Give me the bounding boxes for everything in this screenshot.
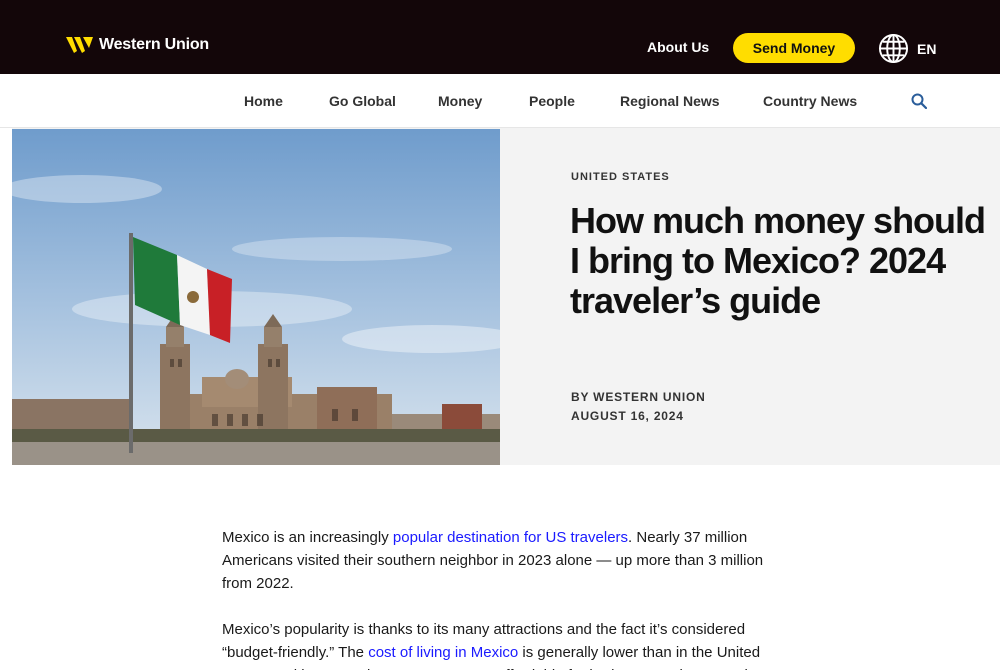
wu-logo-icon: [66, 37, 93, 53]
top-bar: Western Union About Us Send Money EN: [0, 0, 1000, 74]
language-label: EN: [917, 40, 937, 57]
article-paragraph-2: Mexico’s popularity is thanks to its man…: [222, 618, 782, 670]
popular-destination-link[interactable]: popular destination for US travelers: [393, 529, 628, 546]
send-money-button[interactable]: Send Money: [733, 33, 855, 63]
language-selector[interactable]: EN: [878, 33, 936, 64]
nav-item-regional-news[interactable]: Regional News: [620, 93, 720, 109]
nav-item-home[interactable]: Home: [244, 93, 283, 109]
search-icon[interactable]: [911, 93, 927, 109]
article-category[interactable]: UNITED STATES: [571, 171, 670, 183]
article-byline: BY WESTERN UNION: [571, 390, 706, 404]
logo-text: Western Union: [99, 36, 210, 53]
main-nav: Home Go Global Money People Regional New…: [0, 74, 1000, 128]
nav-item-go-global[interactable]: Go Global: [329, 93, 396, 109]
western-union-logo[interactable]: Western Union: [66, 36, 209, 54]
nav-item-country-news[interactable]: Country News: [763, 93, 857, 109]
nav-item-people[interactable]: People: [529, 93, 575, 109]
article-title: How much money should I bring to Mexico?…: [570, 200, 986, 321]
globe-icon: [878, 33, 909, 64]
article-date: AUGUST 16, 2024: [571, 409, 684, 423]
hero-image: [12, 129, 500, 465]
nav-item-money[interactable]: Money: [438, 93, 482, 109]
para1-text-start: Mexico is an increasingly: [222, 529, 393, 546]
cost-of-living-link[interactable]: cost of living in Mexico: [368, 644, 518, 661]
article-paragraph-1: Mexico is an increasingly popular destin…: [222, 526, 782, 595]
about-us-link[interactable]: About Us: [647, 39, 709, 55]
